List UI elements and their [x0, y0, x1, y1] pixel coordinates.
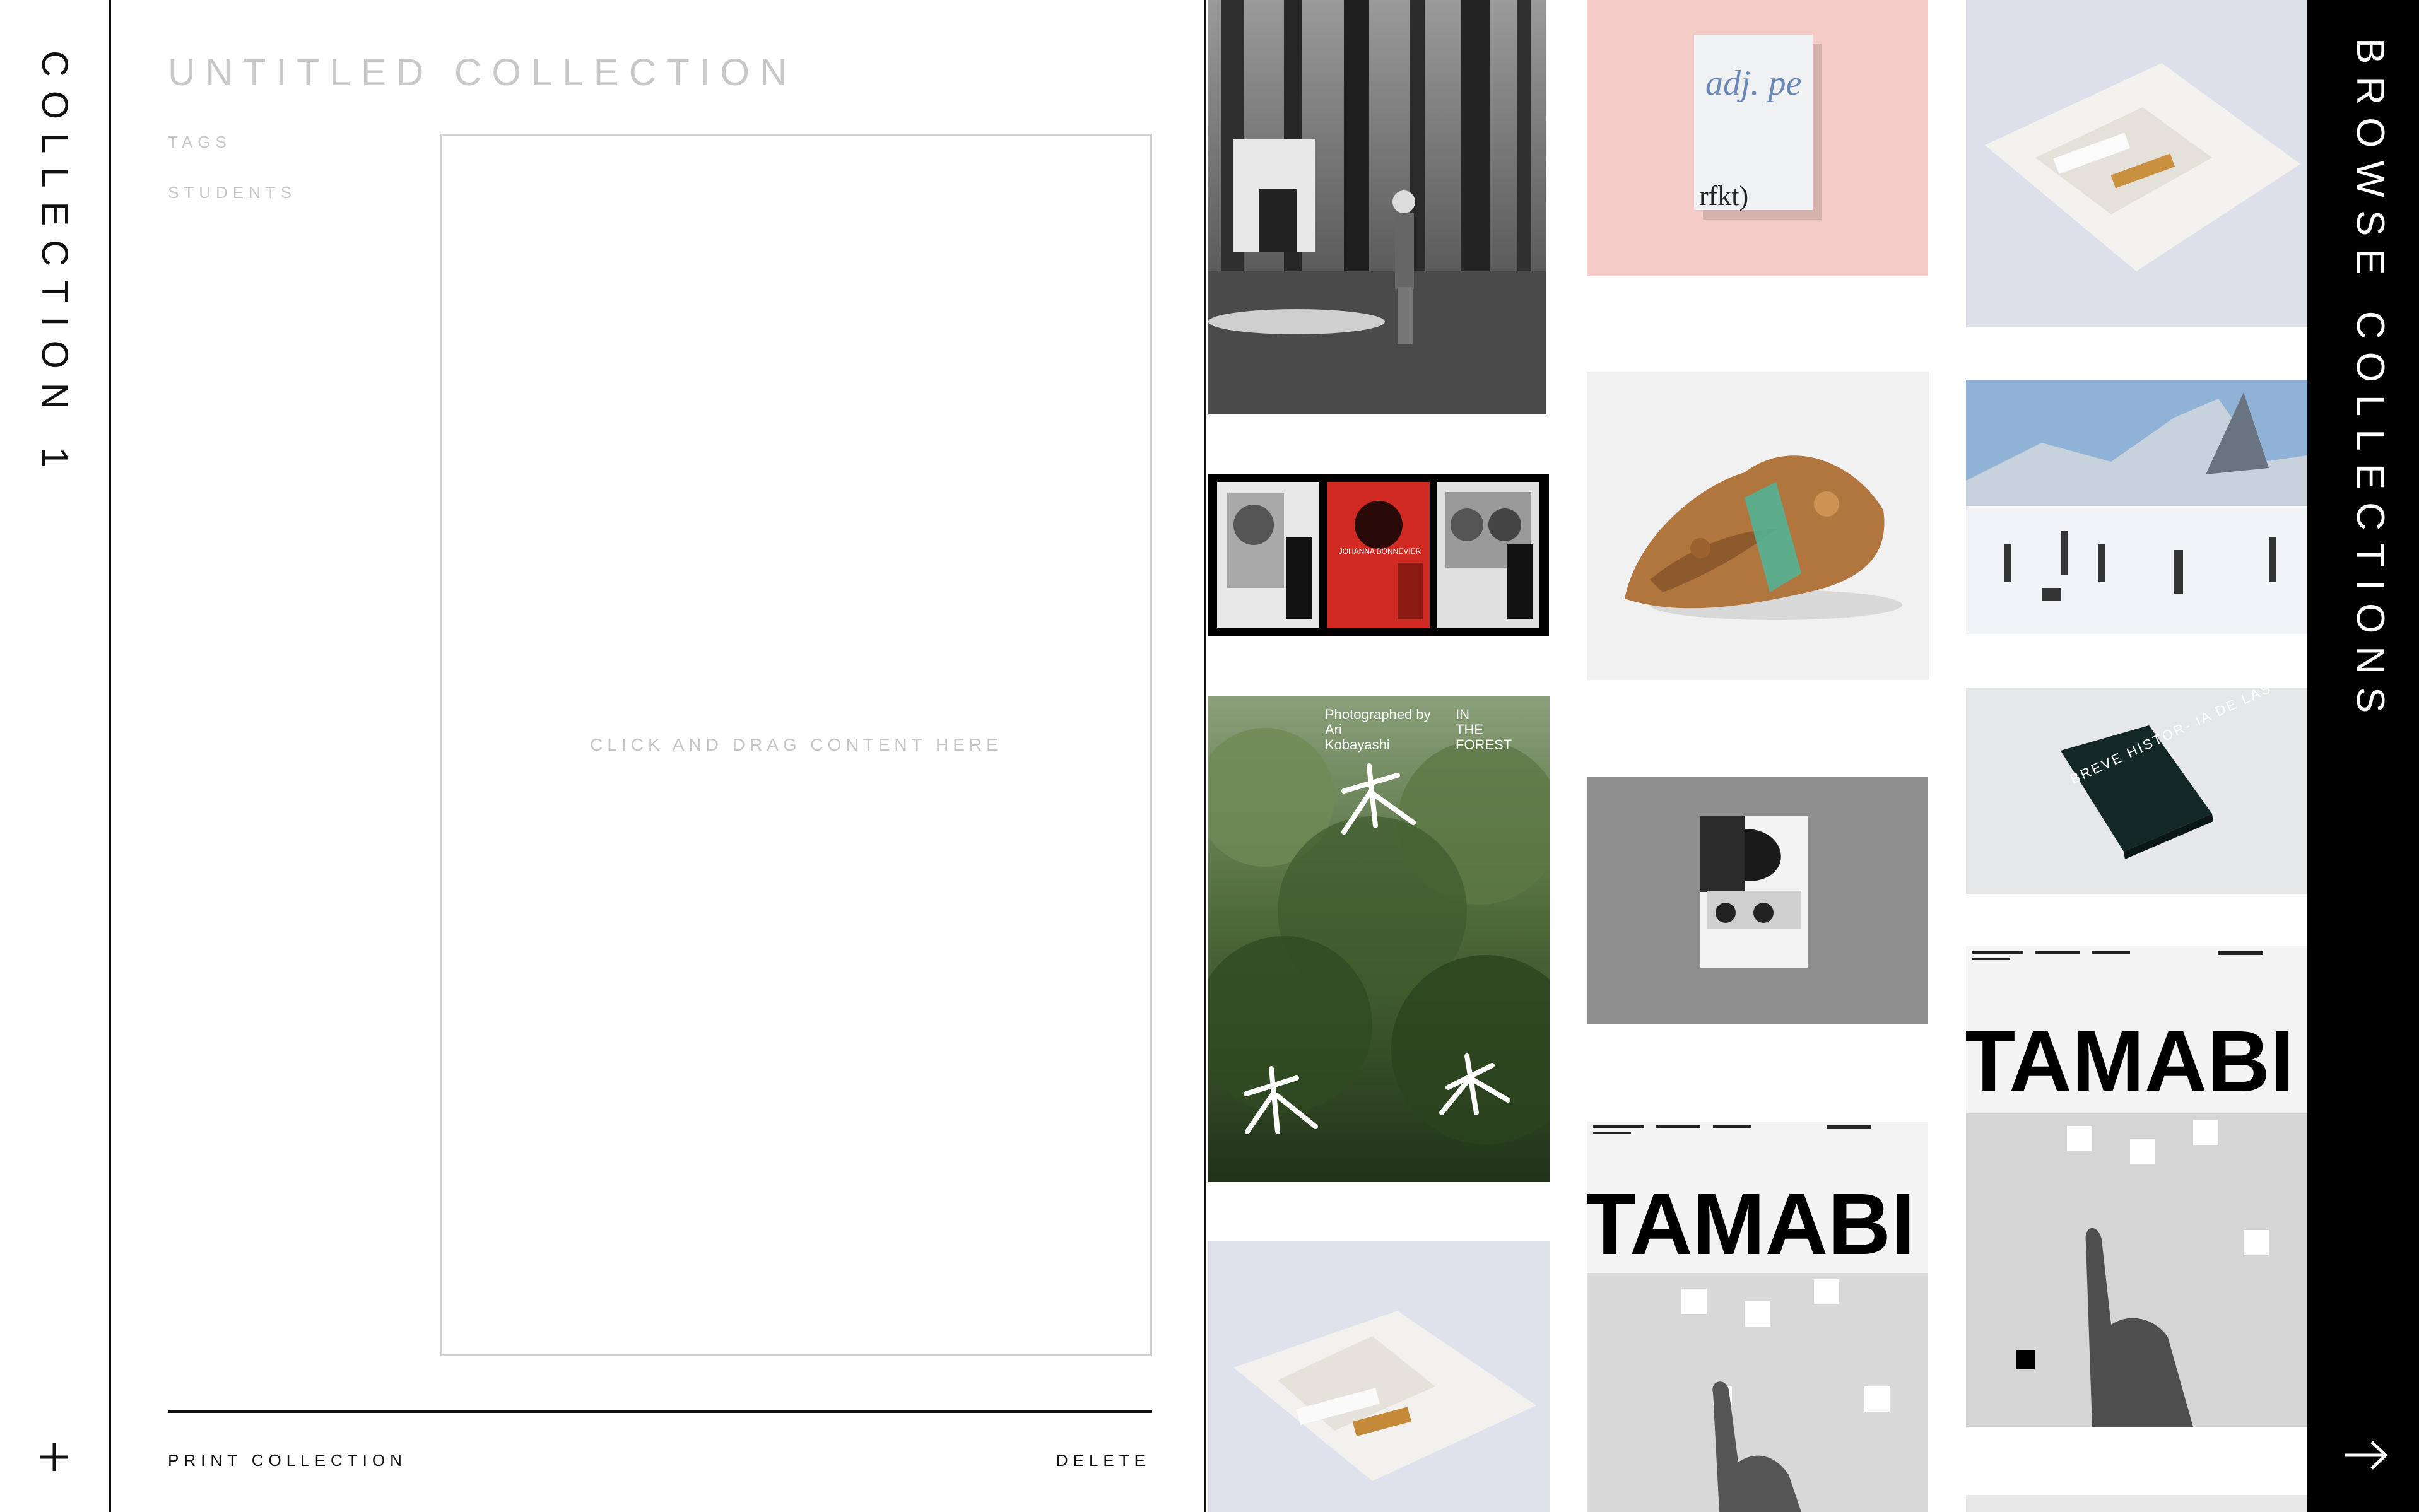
- collection-label[interactable]: COLLECTION 1: [33, 50, 76, 481]
- adj-book-photo[interactable]: adj. pe rfkt): [1587, 0, 1928, 276]
- cover-credit-line3: Kobayashi: [1325, 737, 1390, 753]
- booklet-concrete-photo[interactable]: [1587, 777, 1928, 1024]
- poster-trio-title: JOHANNA BONNEVIER: [1339, 547, 1421, 556]
- drop-zone[interactable]: CLICK AND DRAG CONTENT HERE: [440, 134, 1152, 1356]
- content-grid: JOHANNA BONNEVIER Photographed by Ari Ko…: [1208, 0, 2307, 1512]
- tamabi-poster-a[interactable]: TAMABI: [1587, 1122, 1928, 1512]
- tags-field[interactable]: TAGS: [168, 132, 232, 152]
- print-collection-button[interactable]: PRINT COLLECTION: [168, 1451, 407, 1470]
- adj-cover-sub: rfkt): [1699, 180, 1748, 211]
- delete-button[interactable]: DELETE: [1056, 1451, 1150, 1470]
- folded-envelope-photo[interactable]: [1966, 0, 2307, 327]
- cover-credit-line1: Photographed by: [1325, 706, 1431, 722]
- tamabi-poster-b[interactable]: TAMABI: [1966, 946, 2307, 1427]
- cover-title-line2: THE: [1456, 722, 1483, 737]
- tamabi-b-text: TAMABI: [1966, 1013, 2294, 1110]
- rock-glass-photo[interactable]: [1587, 372, 1929, 680]
- cover-credit-line2: Ari: [1325, 722, 1342, 737]
- poster-trio[interactable]: JOHANNA BONNEVIER: [1208, 474, 1549, 636]
- collection-rail: COLLECTION 1: [0, 0, 111, 1512]
- envelope-photo[interactable]: [1208, 1241, 1550, 1512]
- browse-collections-label[interactable]: BROWSE COLLECTIONS: [2348, 38, 2393, 725]
- plus-icon[interactable]: [35, 1438, 73, 1476]
- students-field[interactable]: STUDENTS: [168, 183, 297, 202]
- divider: [168, 1410, 1152, 1413]
- breve-historia-book[interactable]: BREVE HISTOR- IA DE LAS COSAS: [1966, 688, 2307, 894]
- collection-editor: UNTITLED COLLECTION TAGS STUDENTS CLICK …: [111, 0, 1206, 1512]
- cover-title-line1: IN: [1456, 706, 1469, 722]
- adj-cover-title: adj. pe: [1705, 64, 1801, 103]
- forest-flood-photo[interactable]: [1208, 0, 1546, 414]
- in-the-forest-cover[interactable]: Photographed by Ari Kobayashi IN THE FOR…: [1208, 696, 1550, 1182]
- browse-rail: BROWSE COLLECTIONS: [2307, 0, 2419, 1512]
- matterhorn-photo[interactable]: [1966, 380, 2307, 634]
- arrow-right-icon[interactable]: [2344, 1439, 2388, 1471]
- drop-hint: CLICK AND DRAG CONTENT HERE: [590, 735, 1003, 754]
- partial-tile[interactable]: [1966, 1495, 2307, 1512]
- tamabi-a-text: TAMABI: [1587, 1176, 1915, 1273]
- collection-title-input[interactable]: UNTITLED COLLECTION: [168, 50, 797, 94]
- cover-title-line3: FOREST: [1456, 737, 1512, 753]
